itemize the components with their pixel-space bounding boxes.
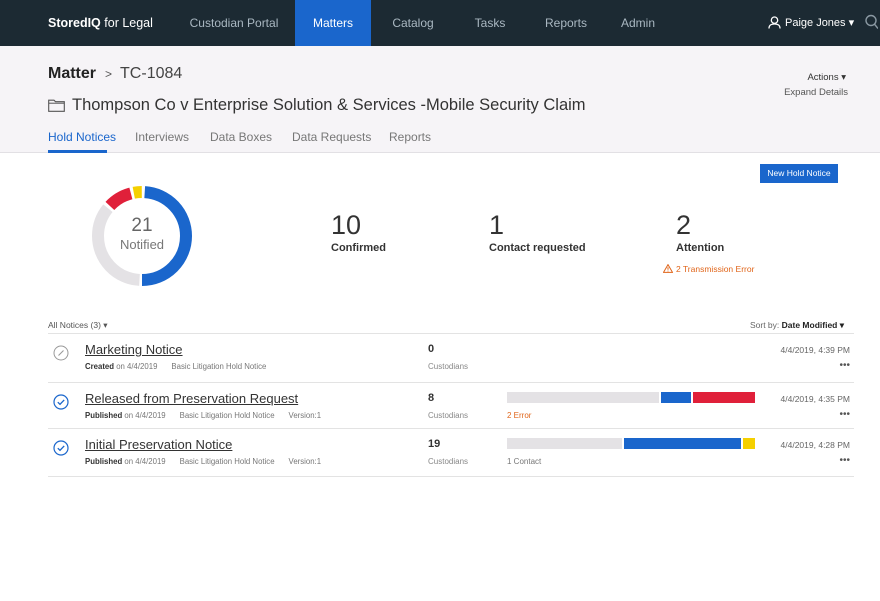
custodian-count: 8: [428, 392, 435, 404]
new-hold-notice-button[interactable]: New Hold Notice: [760, 164, 838, 183]
custodian-count-label: Custodians: [428, 411, 469, 420]
tab-hold-notices[interactable]: Hold Notices: [48, 130, 116, 153]
notice-meta: Created on 4/4/2019 Basic Litigation Hold…: [85, 362, 267, 371]
sort-value: Date Modified ▾: [781, 320, 844, 330]
tab-interviews[interactable]: Interviews: [135, 130, 189, 153]
notice-meta: Published on 4/4/2019 Basic Litigation Ho…: [85, 457, 322, 466]
contact-requested-label: Contact requested: [489, 242, 586, 254]
check-circle-icon: [53, 440, 69, 456]
nav-tasks[interactable]: Tasks: [462, 0, 518, 46]
more-options-icon[interactable]: •••: [839, 360, 850, 371]
confirmed-label: Confirmed: [331, 242, 386, 254]
attention-count: 2: [676, 210, 692, 240]
attention-label: Attention: [676, 242, 725, 254]
nav-admin[interactable]: Admin: [612, 0, 664, 46]
notice-title-link[interactable]: Marketing Notice: [85, 342, 183, 357]
check-circle-icon: [53, 394, 69, 410]
notice-title-link[interactable]: Initial Preservation Notice: [85, 437, 232, 452]
custodian-count: 19: [428, 438, 441, 450]
matter-header: Matter > TC-1084 Actions ▾ Expand Details …: [0, 46, 880, 153]
folder-icon: [48, 99, 65, 112]
brand-logo[interactable]: StoredIQ for Legal: [48, 0, 153, 46]
list-divider: [48, 476, 854, 477]
modified-date: 4/4/2019, 4:39 PM: [780, 345, 850, 355]
top-nav: StoredIQ for Legal Custodian Portal Matt…: [0, 0, 880, 46]
response-progress-bar: [507, 438, 755, 449]
tab-data-requests[interactable]: Data Requests: [292, 130, 371, 153]
notice-row[interactable]: Marketing Notice Created on 4/4/2019 Basi…: [48, 336, 854, 382]
list-divider: [48, 333, 854, 334]
notice-meta: Published on 4/4/2019 Basic Litigation Ho…: [85, 411, 322, 420]
sort-control[interactable]: Sort by: Date Modified ▾: [750, 320, 844, 331]
custodian-count-label: Custodians: [428, 362, 469, 371]
nav-matters[interactable]: Matters: [295, 0, 371, 46]
modified-date: 4/4/2019, 4:28 PM: [780, 440, 850, 450]
custodian-count: 0: [428, 343, 435, 355]
edit-circle-icon: [53, 345, 69, 361]
warning-icon: [662, 263, 674, 273]
nav-catalog[interactable]: Catalog: [383, 0, 443, 46]
confirmed-count: 10: [331, 210, 362, 240]
notified-count: 21: [131, 215, 153, 236]
progress-segment-confirmed: [623, 438, 741, 449]
list-divider: [48, 382, 854, 383]
page-title: Thompson Co v Enterprise Solution & Serv…: [48, 96, 586, 115]
more-options-icon[interactable]: •••: [839, 409, 850, 420]
expand-details-link[interactable]: Expand Details: [784, 87, 848, 98]
progress-segment-pending: [507, 438, 622, 449]
matter-id: TC-1084: [120, 65, 183, 82]
user-icon: [768, 16, 781, 29]
matter-title-text: Thompson Co v Enterprise Solution & Serv…: [72, 96, 586, 114]
progress-segment-contact: [742, 438, 755, 449]
list-divider: [48, 428, 854, 429]
transmission-error-warning[interactable]: 2 Transmission Error: [662, 263, 755, 274]
notified-label: Notified: [119, 237, 165, 252]
nav-reports[interactable]: Reports: [534, 0, 598, 46]
notice-title-link[interactable]: Released from Preservation Request: [85, 391, 298, 406]
nav-custodian-portal[interactable]: Custodian Portal: [186, 0, 282, 46]
progress-segment-pending: [507, 392, 659, 403]
transmission-error-text: 2 Transmission Error: [676, 264, 755, 274]
user-menu[interactable]: Paige Jones ▾: [768, 0, 854, 46]
error-count-note[interactable]: 2 Error: [507, 411, 531, 420]
notice-row[interactable]: Initial Preservation Notice Published on…: [48, 431, 854, 477]
tab-data-boxes[interactable]: Data Boxes: [210, 130, 272, 153]
response-progress-bar: [507, 392, 755, 403]
tab-reports[interactable]: Reports: [389, 130, 431, 153]
user-name: Paige Jones ▾: [785, 17, 855, 29]
breadcrumb-matter-link[interactable]: Matter: [48, 65, 96, 82]
progress-segment-error: [693, 392, 755, 403]
modified-date: 4/4/2019, 4:35 PM: [780, 394, 850, 404]
search-icon[interactable]: [864, 14, 878, 30]
notices-filter-dropdown[interactable]: All Notices (3) ▾: [48, 320, 108, 331]
contact-count-note[interactable]: 1 Contact: [507, 457, 541, 466]
breadcrumb: Matter > TC-1084: [48, 65, 182, 83]
breadcrumb-separator: >: [105, 67, 113, 81]
actions-menu[interactable]: Actions ▾: [807, 72, 846, 83]
progress-segment-confirmed: [660, 392, 691, 403]
more-options-icon[interactable]: •••: [839, 455, 850, 466]
contact-requested-count: 1: [489, 210, 505, 240]
sort-label: Sort by:: [749, 320, 780, 330]
custodian-count-label: Custodians: [428, 457, 469, 466]
notice-row[interactable]: Released from Preservation Request Publi…: [48, 385, 854, 431]
